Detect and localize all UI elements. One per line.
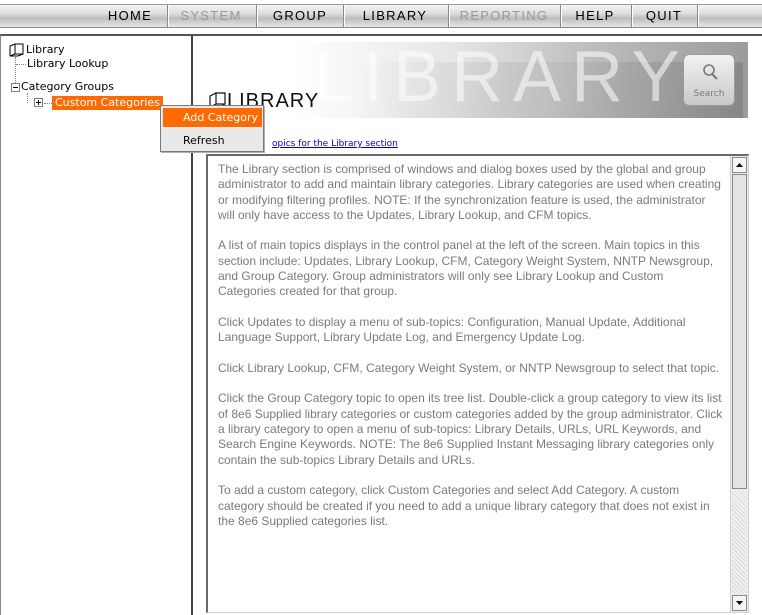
context-menu-add-category[interactable]: Add Category	[163, 108, 262, 127]
subtopics-link[interactable]: opics for the Library section	[272, 139, 398, 149]
tree-label-library: Library	[26, 43, 65, 56]
menu-quit[interactable]: QUIT	[635, 4, 693, 28]
banner-watermark: LIBRARY	[313, 42, 690, 117]
vertical-scrollbar[interactable]	[730, 156, 748, 612]
menu-separator	[167, 5, 169, 27]
section-banner: LIBRARY LIBRARY Search	[203, 42, 748, 118]
tree-item-custom-categories[interactable]: Custom Categories	[52, 96, 163, 110]
search-button[interactable]: Search	[683, 54, 735, 106]
tree-connector	[44, 103, 52, 104]
menu-separator	[256, 5, 258, 27]
help-paragraph: Click Updates to display a menu of sub-t…	[218, 314, 686, 345]
tree-item-library-lookup[interactable]: Library Lookup	[27, 57, 108, 71]
menu-system: SYSTEM	[180, 8, 242, 23]
menu-group[interactable]: GROUP	[260, 4, 340, 28]
tree-label-library-lookup: Library Lookup	[27, 57, 109, 70]
tree-item-category-groups[interactable]: Category Groups	[21, 80, 114, 94]
book-icon	[9, 43, 24, 57]
search-button-label: Search	[693, 89, 725, 99]
scrollbar-thumb[interactable]	[732, 174, 747, 489]
help-paragraph: Click the Group Category topic to open i…	[218, 391, 723, 467]
menu-library[interactable]: LIBRARY	[347, 4, 443, 28]
help-paragraph: To add a custom category, click Custom C…	[218, 483, 710, 528]
tree-label-category-groups: Category Groups	[21, 80, 114, 93]
scroll-down-button[interactable]	[732, 595, 747, 611]
menu-reporting: REPORTING	[459, 8, 549, 23]
help-paragraph: A list of main topics displays in the co…	[218, 238, 714, 299]
help-text: The Library section is comprised of wind…	[218, 162, 723, 610]
tree-connector	[27, 93, 28, 103]
menu-help[interactable]: HELP	[564, 4, 626, 28]
menu-separator	[560, 5, 562, 27]
help-paragraph: The Library section is comprised of wind…	[218, 162, 721, 222]
expand-icon[interactable]	[34, 98, 43, 107]
context-menu: Add Category Refresh	[160, 105, 264, 152]
menu-separator	[697, 5, 699, 27]
help-paragraph: Click Library Lookup, CFM, Category Weig…	[218, 360, 720, 375]
collapse-icon[interactable]	[11, 83, 20, 92]
menu-separator	[631, 5, 633, 27]
menu-separator	[448, 5, 450, 27]
main-menu-bar: HOME SYSTEM GROUP LIBRARY REPORTING HELP…	[0, 0, 762, 34]
context-menu-refresh[interactable]: Refresh	[163, 131, 262, 150]
arrow-up-icon	[736, 163, 743, 167]
arrow-down-icon	[736, 601, 743, 605]
search-icon	[703, 64, 718, 80]
scroll-up-button[interactable]	[732, 157, 747, 173]
help-content-box: The Library section is comprised of wind…	[206, 154, 749, 613]
menu-separator	[343, 5, 345, 27]
menu-home[interactable]: HOME	[95, 4, 165, 28]
content-panel: LIBRARY LIBRARY Search opics for the Lib…	[193, 34, 762, 615]
tree-connector	[16, 64, 26, 65]
scrollbar-track[interactable]	[732, 491, 747, 595]
